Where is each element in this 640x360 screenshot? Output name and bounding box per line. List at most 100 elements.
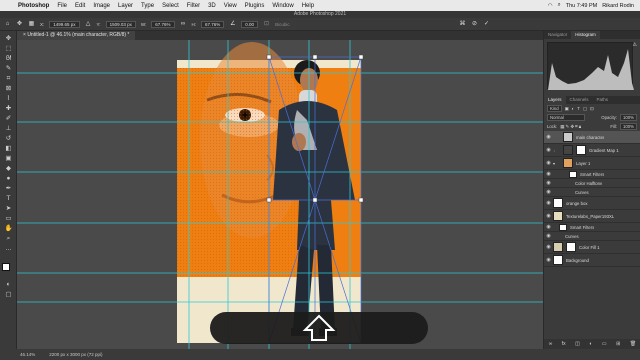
y-field[interactable]: 1509.03 px	[105, 20, 136, 28]
eraser-tool-icon[interactable]: ◧	[3, 145, 14, 153]
quick-mask-icon[interactable]: ◐	[3, 281, 14, 289]
type-tool-icon[interactable]: T	[3, 195, 14, 203]
blend-mode-select[interactable]: Normal	[547, 114, 585, 121]
layer-paper-texture[interactable]: ◉ Texturelabs_Paper193XL	[544, 210, 640, 223]
layer-curves-1[interactable]: ◉ Curves	[544, 188, 640, 197]
kind-filter-select[interactable]: Kind	[547, 105, 562, 112]
lasso-tool-icon[interactable]: ᘛ	[3, 55, 14, 63]
quick-select-tool-icon[interactable]: ✎	[3, 65, 14, 73]
layer-main-character[interactable]: ◉ main character	[544, 131, 640, 144]
visibility-eye-icon[interactable]: ◉	[544, 224, 553, 230]
filter-adjust-icon[interactable]: ◐	[572, 106, 575, 111]
visibility-eye-icon[interactable]: ◉	[544, 213, 553, 219]
visibility-eye-icon[interactable]: ◉	[544, 200, 553, 206]
home-icon[interactable]: ⌂	[4, 21, 11, 28]
move-tool-icon[interactable]: ✥	[3, 35, 14, 43]
more-tools-icon[interactable]: …	[3, 245, 14, 253]
crop-tool-icon[interactable]: ⌗	[3, 75, 14, 83]
visibility-eye-icon[interactable]: ◉	[544, 180, 553, 186]
visibility-eye-icon[interactable]: ◉	[544, 189, 553, 195]
layer-gradient-map[interactable]: ◉ ↓ Gradient Map 1	[544, 144, 640, 157]
layer-background[interactable]: ◉ Background	[544, 254, 640, 267]
menu-filter[interactable]: Filter	[183, 3, 204, 9]
menu-help[interactable]: Help	[298, 3, 318, 9]
menu-image[interactable]: Image	[89, 3, 114, 9]
x-field[interactable]: 1499.65 px	[49, 20, 80, 28]
histogram-warning-icon[interactable]: ⚠	[633, 42, 637, 48]
document-tab[interactable]: × Untitled-1 @ 46.1% (main character, RG…	[17, 31, 136, 40]
menu-app-name[interactable]: Photoshop	[14, 3, 53, 9]
visibility-eye-icon[interactable]: ◉	[544, 233, 553, 239]
tab-paths[interactable]: Paths	[593, 96, 613, 104]
warp-icon[interactable]: ⌘	[459, 21, 466, 28]
height-field[interactable]: 67.76%	[201, 20, 225, 28]
lock-icons[interactable]: ▦ ✎ ✥ ⌗ 🔒︎	[560, 124, 581, 130]
menu-file[interactable]: File	[53, 3, 71, 9]
visibility-eye-icon[interactable]: ◉	[544, 160, 553, 166]
filter-type-icon[interactable]: T	[577, 106, 580, 111]
reference-point-icon[interactable]: ▦	[28, 21, 35, 28]
filter-pixel-icon[interactable]: ▣	[565, 106, 569, 112]
close-tab-icon[interactable]: ×	[23, 32, 26, 38]
visibility-eye-icon[interactable]: ◉	[544, 147, 553, 153]
opacity-field[interactable]: 100%	[620, 114, 637, 121]
group-icon[interactable]: ▭	[602, 341, 607, 347]
frame-tool-icon[interactable]: ⊠	[3, 85, 14, 93]
layer-color-halftone[interactable]: ◉ Color Halftone	[544, 179, 640, 188]
menu-view[interactable]: View	[220, 3, 241, 9]
healing-brush-tool-icon[interactable]: ✚	[3, 105, 14, 113]
menu-plugins[interactable]: Plugins	[241, 3, 269, 9]
zoom-tool-icon[interactable]: ⌕	[3, 235, 14, 243]
history-brush-tool-icon[interactable]: ↺	[3, 135, 14, 143]
visibility-eye-icon[interactable]: ◉	[544, 171, 553, 177]
screen-mode-icon[interactable]: ▢	[3, 291, 14, 299]
expand-icon[interactable]: ▾	[553, 161, 563, 166]
layer-orange-box[interactable]: ◉ orange box	[544, 197, 640, 210]
tab-channels[interactable]: Channels	[566, 96, 593, 104]
shape-tool-icon[interactable]: ▭	[3, 215, 14, 223]
tab-navigator[interactable]: Navigator	[544, 31, 571, 39]
foreground-color-swatch[interactable]	[2, 263, 10, 271]
fill-field[interactable]: 100%	[620, 123, 637, 130]
blur-tool-icon[interactable]: ◆	[3, 165, 14, 173]
dodge-tool-icon[interactable]: ●	[3, 175, 14, 183]
marquee-tool-icon[interactable]: ⬚	[3, 45, 14, 53]
path-selection-tool-icon[interactable]: ➤	[3, 205, 14, 213]
trash-icon[interactable]: 🗑︎	[630, 341, 636, 347]
layer-curves-2[interactable]: ◉ Curves	[544, 232, 640, 241]
new-layer-icon[interactable]: ⊞	[616, 341, 620, 347]
pen-tool-icon[interactable]: ✒	[3, 185, 14, 193]
hand-tool-icon[interactable]: ✋	[3, 225, 14, 233]
delta-icon[interactable]: △	[85, 21, 92, 28]
layer-color-fill[interactable]: ◉ Color Fill 1	[544, 241, 640, 254]
user-name[interactable]: Rikard Rodin	[602, 3, 634, 9]
menu-3d[interactable]: 3D	[204, 3, 220, 9]
eyedropper-tool-icon[interactable]: ⌇	[3, 95, 14, 103]
clone-stamp-tool-icon[interactable]: ⊥	[3, 125, 14, 133]
move-tool-options-icon[interactable]: ✥	[16, 21, 23, 28]
gradient-tool-icon[interactable]: ▣	[3, 155, 14, 163]
adjustment-layer-icon[interactable]: ◐	[589, 341, 592, 347]
clock[interactable]: Thu 7:49 PM	[566, 3, 598, 9]
canvas-area[interactable]	[17, 40, 543, 349]
menu-window[interactable]: Window	[268, 3, 297, 9]
document-size[interactable]: 2200 px x 3000 px (72 ppi)	[49, 352, 102, 357]
tab-layers[interactable]: Layers	[544, 96, 566, 104]
filter-shape-icon[interactable]: ▢	[583, 106, 587, 112]
add-mask-icon[interactable]: ◫	[575, 341, 580, 347]
fx-icon[interactable]: fx	[562, 341, 566, 347]
zoom-level[interactable]: 46.14%	[20, 352, 35, 357]
width-field[interactable]: 67.76%	[151, 20, 175, 28]
cancel-transform-icon[interactable]: ⊘	[471, 21, 478, 28]
menu-layer[interactable]: Layer	[114, 3, 137, 9]
wifi-icon[interactable]: ◠	[548, 3, 553, 9]
commit-transform-icon[interactable]: ✓	[483, 21, 490, 28]
visibility-eye-icon[interactable]: ◉	[544, 134, 553, 140]
layer-layer-1[interactable]: ◉ ▾ Layer 1	[544, 157, 640, 170]
search-icon[interactable]: ⌕	[558, 2, 561, 9]
menu-edit[interactable]: Edit	[71, 3, 89, 9]
visibility-eye-icon[interactable]: ◉	[544, 244, 553, 250]
menu-type[interactable]: Type	[137, 3, 158, 9]
layer-smart-filters[interactable]: ◉ Smart Filters	[544, 170, 640, 179]
link-layers-icon[interactable]: ∞	[549, 341, 553, 347]
